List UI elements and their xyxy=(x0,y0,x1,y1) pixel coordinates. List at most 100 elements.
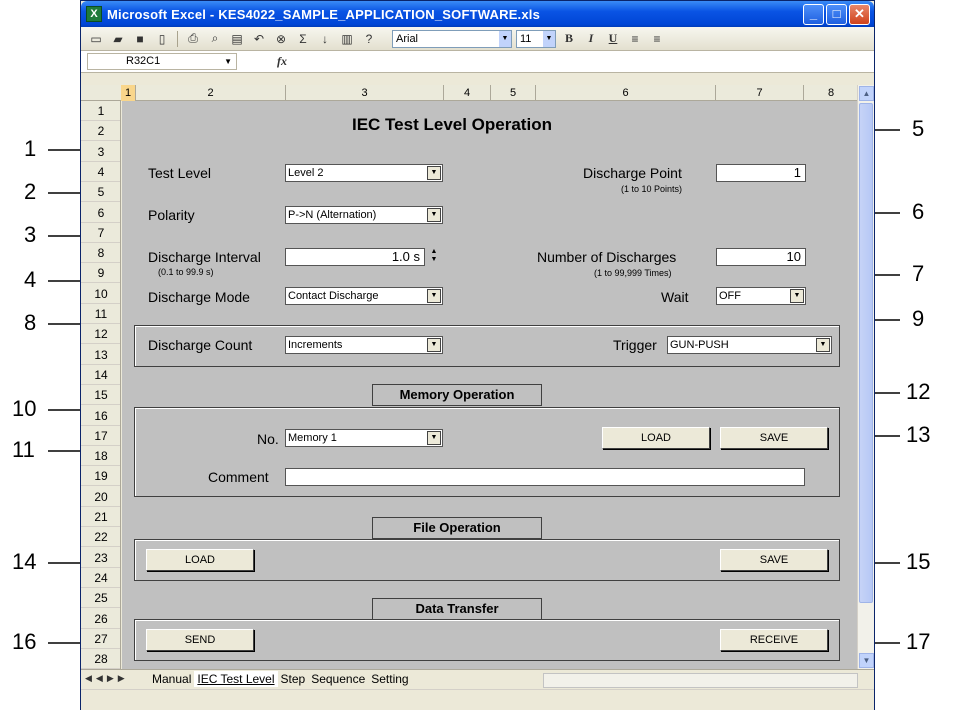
row-header[interactable]: 5 xyxy=(81,182,120,203)
column-header[interactable]: 2 xyxy=(136,85,286,101)
tab-setting[interactable]: Setting xyxy=(368,671,411,687)
minimize-button[interactable]: _ xyxy=(803,4,824,25)
tab-navigation-icons[interactable]: ◀◀▶▶ xyxy=(85,673,129,684)
row-header[interactable]: 6 xyxy=(81,203,120,223)
row-header[interactable]: 2 xyxy=(81,121,120,142)
scroll-down-icon[interactable]: ▼ xyxy=(859,653,874,668)
send-button[interactable]: SEND xyxy=(146,629,254,651)
column-header[interactable]: 1 xyxy=(121,85,136,101)
file-load-button[interactable]: LOAD xyxy=(146,549,254,571)
tab-iec-test-level[interactable]: IEC Test Level xyxy=(194,671,278,687)
column-header[interactable]: 7 xyxy=(716,85,804,101)
row-header[interactable]: 8 xyxy=(81,243,120,264)
font-name-select[interactable]: Arial ▼ xyxy=(392,29,512,48)
row-header[interactable]: 28 xyxy=(81,649,120,669)
function-icon[interactable]: fx xyxy=(277,54,287,69)
name-box[interactable]: R32C1 ▼ xyxy=(87,53,237,70)
scroll-up-icon[interactable]: ▲ xyxy=(859,86,874,101)
row-header[interactable]: 10 xyxy=(81,284,120,304)
research-icon[interactable]: ⌕ xyxy=(206,30,224,48)
wait-select[interactable]: OFF ▼ xyxy=(716,287,806,305)
wait-label: Wait xyxy=(661,289,689,305)
test-level-select[interactable]: Level 2 ▼ xyxy=(285,164,443,182)
undo-icon[interactable]: ↶ xyxy=(250,30,268,48)
row-header[interactable]: 23 xyxy=(81,548,120,568)
file-operation-title: File Operation xyxy=(372,517,542,539)
row-header[interactable]: 1 xyxy=(81,101,120,121)
column-header[interactable]: 3 xyxy=(286,85,444,101)
discharge-interval-input[interactable]: 1.0 s xyxy=(285,248,425,266)
row-header[interactable]: 24 xyxy=(81,568,120,588)
row-header[interactable]: 25 xyxy=(81,588,120,609)
polarity-select[interactable]: P->N (Alternation) ▼ xyxy=(285,206,443,224)
discharge-count-select[interactable]: Increments ▼ xyxy=(285,336,443,354)
permission-icon[interactable]: ▯ xyxy=(153,30,171,48)
help-icon[interactable]: ? xyxy=(360,30,378,48)
discharge-point-input[interactable]: 1 xyxy=(716,164,806,182)
chevron-down-icon: ▼ xyxy=(790,289,804,303)
new-file-icon[interactable]: ▭ xyxy=(87,30,105,48)
comment-input[interactable] xyxy=(285,468,805,486)
horizontal-scrollbar[interactable] xyxy=(543,673,858,688)
autosum-icon[interactable]: Σ xyxy=(294,30,312,48)
tab-manual[interactable]: Manual xyxy=(149,671,194,687)
save-icon[interactable]: ■ xyxy=(131,30,149,48)
font-size-select[interactable]: 11 ▼ xyxy=(516,29,556,48)
row-header[interactable]: 9 xyxy=(81,263,120,284)
scroll-thumb[interactable] xyxy=(859,103,873,603)
receive-button[interactable]: RECEIVE xyxy=(720,629,828,651)
row-header[interactable]: 12 xyxy=(81,324,120,345)
discharge-mode-select[interactable]: Contact Discharge ▼ xyxy=(285,287,443,305)
vertical-scrollbar[interactable]: ▲ ▼ xyxy=(857,85,874,669)
spin-up-icon[interactable]: ▲ xyxy=(427,248,441,256)
row-header[interactable]: 17 xyxy=(81,426,120,446)
row-header[interactable]: 13 xyxy=(81,345,120,365)
tab-sequence[interactable]: Sequence xyxy=(308,671,368,687)
row-header[interactable]: 16 xyxy=(81,406,120,426)
memory-no-select[interactable]: Memory 1 ▼ xyxy=(285,429,443,447)
row-header[interactable]: 22 xyxy=(81,527,120,548)
row-header[interactable]: 18 xyxy=(81,446,120,467)
underline-button[interactable]: U xyxy=(604,31,622,46)
font-size-value: 11 xyxy=(520,32,532,45)
memory-save-button[interactable]: SAVE xyxy=(720,427,828,449)
row-header[interactable]: 15 xyxy=(81,385,120,406)
trigger-select[interactable]: GUN-PUSH ▼ xyxy=(667,336,832,354)
row-header[interactable]: 21 xyxy=(81,507,120,527)
open-folder-icon[interactable]: ▰ xyxy=(109,30,127,48)
row-header[interactable]: 20 xyxy=(81,487,120,507)
bold-button[interactable]: B xyxy=(560,31,578,46)
row-header[interactable]: 4 xyxy=(81,162,120,182)
spin-down-icon[interactable]: ▼ xyxy=(427,256,441,264)
hyperlink-icon[interactable]: ⊗ xyxy=(272,30,290,48)
file-save-button[interactable]: SAVE xyxy=(720,549,828,571)
column-header[interactable]: 8 xyxy=(804,85,859,101)
memory-no-value: Memory 1 xyxy=(288,432,337,444)
print-icon[interactable]: ⎙ xyxy=(184,30,202,48)
align-left-icon[interactable]: ≡ xyxy=(626,30,644,48)
callout-15: 15 xyxy=(906,549,931,574)
close-button[interactable]: ✕ xyxy=(849,4,870,25)
row-header[interactable]: 27 xyxy=(81,629,120,649)
maximize-button[interactable]: □ xyxy=(826,4,847,25)
column-header[interactable]: 4 xyxy=(444,85,491,101)
align-center-icon[interactable]: ≡ xyxy=(648,30,666,48)
italic-button[interactable]: I xyxy=(582,31,600,46)
row-header[interactable]: 19 xyxy=(81,466,120,487)
tab-step[interactable]: Step xyxy=(278,671,309,687)
title-bar[interactable]: X Microsoft Excel - KES4022_SAMPLE_APPLI… xyxy=(81,1,874,27)
row-header[interactable]: 11 xyxy=(81,304,120,324)
sort-ascending-icon[interactable]: ↓ xyxy=(316,30,334,48)
memory-load-button[interactable]: LOAD xyxy=(602,427,710,449)
row-header[interactable]: 3 xyxy=(81,142,120,162)
row-header[interactable]: 14 xyxy=(81,365,120,385)
row-header[interactable]: 7 xyxy=(81,223,120,243)
chevron-down-icon: ▼ xyxy=(427,166,441,180)
column-header[interactable]: 5 xyxy=(491,85,536,101)
column-header[interactable]: 6 xyxy=(536,85,716,101)
interval-spinner[interactable]: ▲ ▼ xyxy=(427,248,441,266)
number-of-discharges-input[interactable]: 10 xyxy=(716,248,806,266)
chart-wizard-icon[interactable]: ▥ xyxy=(338,30,356,48)
row-header[interactable]: 26 xyxy=(81,609,120,629)
paste-icon[interactable]: ▤ xyxy=(228,30,246,48)
